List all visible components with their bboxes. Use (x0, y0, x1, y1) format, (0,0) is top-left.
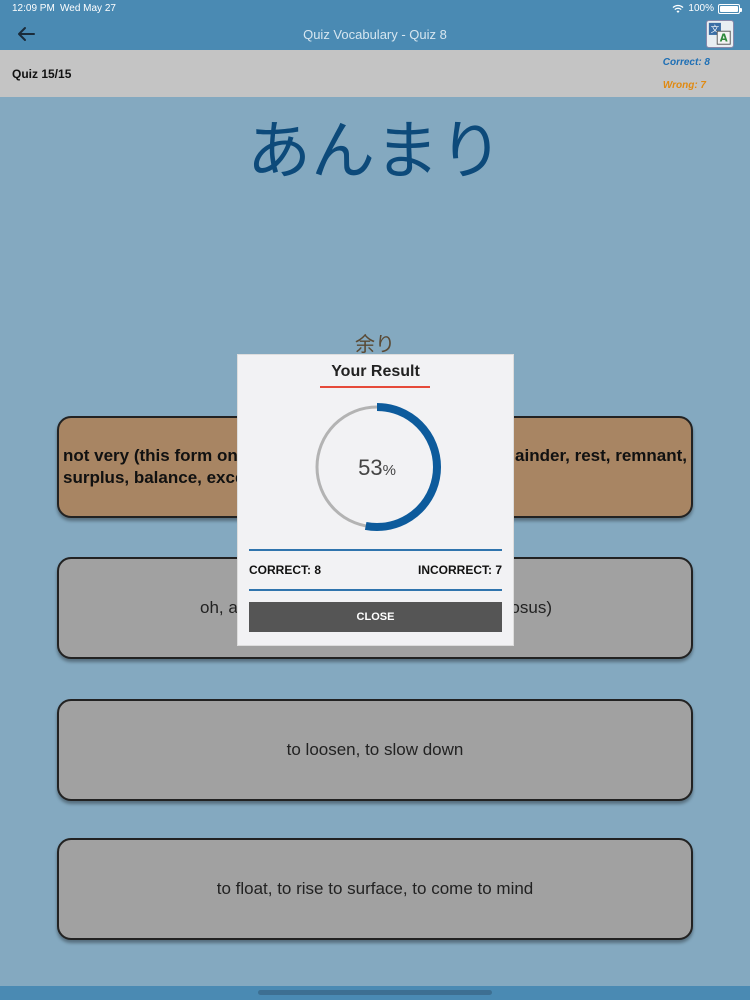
answer-text-right: osus) (510, 598, 552, 617)
result-dialog: Your Result 53% CORRECT: 8 INCORRECT: 7 … (237, 354, 514, 646)
correct-count: Correct: 8 (662, 57, 710, 68)
answer-text-left: oh, al (200, 598, 242, 617)
answer-option-4[interactable]: to float, to rise to surface, to come to… (57, 838, 693, 940)
result-incorrect: INCORRECT: 7 (417, 563, 502, 577)
question-word: あんまり (247, 115, 503, 189)
battery-icon (718, 3, 742, 14)
percent-value: 53 (358, 455, 383, 480)
answer-text: to loosen, to slow down (286, 740, 464, 759)
wrong-count: Wrong: 7 (662, 80, 706, 91)
score-bar: Quiz 15/15 Correct: 8 Wrong: 7 (0, 50, 750, 97)
question-kanji: 余り (355, 332, 395, 356)
result-title: Your Result (331, 363, 420, 380)
answer-option-3[interactable]: to loosen, to slow down (57, 699, 693, 801)
nav-bar: Quiz Vocabulary - Quiz 8 文 A (0, 18, 750, 50)
status-date: Wed May 27 (60, 3, 116, 14)
battery-percent: 100% (688, 3, 714, 14)
translate-button[interactable]: 文 A (706, 20, 734, 48)
home-indicator[interactable] (258, 990, 492, 995)
status-bar: 12:09 PM Wed May 27 100% (0, 0, 750, 18)
answer-text-right: ainder, rest, remnant, (515, 446, 687, 465)
result-correct: CORRECT: 8 (249, 563, 322, 577)
divider (249, 589, 502, 591)
svg-text:A: A (720, 33, 728, 44)
status-right: 100% (672, 3, 742, 14)
status-time: 12:09 PM (12, 3, 55, 14)
answer-text-left: not very (this form on (63, 446, 238, 465)
result-percent: 53% (311, 455, 443, 481)
translate-icon: 文 A (708, 22, 731, 45)
divider (249, 549, 502, 551)
close-button[interactable]: CLOSE (249, 602, 502, 632)
nav-title: Quiz Vocabulary - Quiz 8 (303, 27, 447, 42)
percent-sign: % (382, 462, 396, 479)
quiz-progress: Quiz 15/15 (12, 67, 72, 81)
wifi-icon (672, 4, 684, 13)
title-underline (320, 386, 430, 388)
answer-text: to float, to rise to surface, to come to… (216, 879, 534, 898)
